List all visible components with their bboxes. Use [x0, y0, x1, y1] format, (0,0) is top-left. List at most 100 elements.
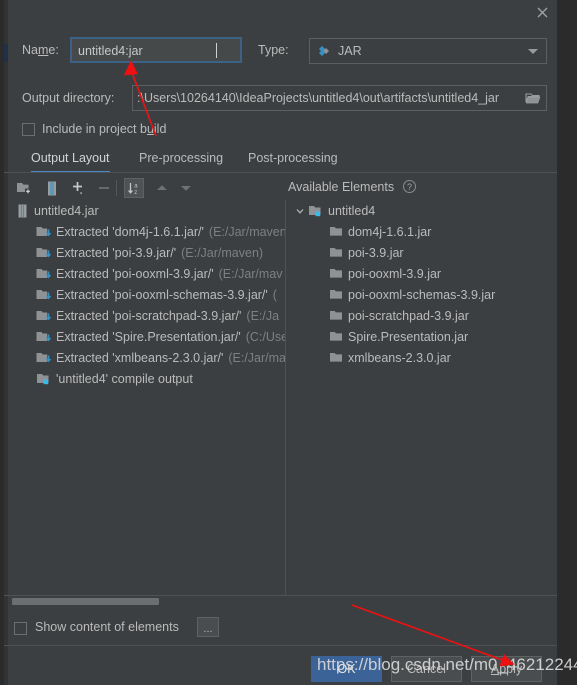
tree-row[interactable]: 'untitled4' compile output: [4, 368, 285, 389]
tree-row-label: xmlbeans-2.3.0.jar: [348, 350, 451, 365]
chevron-down-icon[interactable]: [294, 205, 306, 217]
add-plus-icon[interactable]: [68, 178, 88, 198]
help-icon[interactable]: ?: [403, 180, 416, 193]
tree-row-label: Extracted 'xmlbeans-2.3.0.jar/': [56, 350, 224, 365]
extracted-icon: [36, 350, 52, 366]
apply-button[interactable]: Apply: [471, 656, 542, 682]
tree-row-label: poi-ooxml-schemas-3.9.jar: [348, 287, 496, 302]
tree-row[interactable]: untitled4: [286, 200, 557, 221]
tree-row[interactable]: Extracted 'poi-ooxml-3.9.jar/' (E:/Jar/m…: [4, 263, 285, 284]
create-jar-artifact-dialog: Name: untitled4:jar Type: JAR Output dir…: [4, 0, 577, 685]
tree-row[interactable]: Extracted 'Spire.Presentation.jar/' (C:/…: [4, 326, 285, 347]
library-folder-icon: [328, 224, 344, 240]
layout-toolbar: a z: [4, 176, 557, 200]
output-directory-value: :\Users\10264140\IdeaProjects\untitled4\…: [137, 91, 500, 105]
tree-row-label: dom4j-1.6.1.jar: [348, 224, 432, 239]
sort-alphabetically-icon[interactable]: a z: [124, 178, 144, 198]
tree-row-path: (C:/Use: [245, 329, 285, 344]
tree-row-label: Extracted 'poi-3.9.jar/': [56, 245, 177, 260]
extracted-icon: [36, 224, 52, 240]
folder-open-icon[interactable]: [525, 91, 541, 106]
tree-row-path: (: [272, 287, 277, 302]
tree-row[interactable]: poi-ooxml-schemas-3.9.jar: [286, 284, 557, 305]
include-in-build-label: Include in project build: [42, 122, 167, 136]
output-layout-tree[interactable]: untitled4.jar Extracted 'dom4j-1.6.1.jar…: [4, 200, 285, 595]
tree-row-path: (E:/Jar/mav: [218, 266, 283, 281]
close-icon[interactable]: [532, 2, 552, 22]
tree-row[interactable]: Spire.Presentation.jar: [286, 326, 557, 347]
checkbox-box: [14, 622, 27, 635]
library-folder-icon: [328, 308, 344, 324]
tree-row-label: 'untitled4' compile output: [56, 371, 193, 386]
tree-row-path: (E:/Jar/maven: [208, 224, 285, 239]
available-elements-label: Available Elements: [288, 180, 395, 194]
tree-row-path: (E:/Ja: [246, 308, 280, 323]
tree-row-label: untitled4: [328, 203, 376, 218]
library-folder-icon: [328, 245, 344, 261]
library-folder-icon: [328, 350, 344, 366]
move-up-icon: [152, 178, 172, 198]
tree-row[interactable]: Extracted 'poi-scratchpad-3.9.jar/' (E:/…: [4, 305, 285, 326]
tab-post-processing[interactable]: Post-processing: [248, 151, 338, 171]
output-directory-label: Output directory:: [22, 91, 115, 105]
jar-artifact-icon: [317, 44, 331, 58]
tree-row-path: (E:/Jar/maven): [181, 245, 264, 260]
module-folder-icon: [308, 203, 324, 219]
tab-strip-divider: [4, 172, 557, 173]
show-content-label: Show content of elements: [35, 620, 179, 634]
tree-row-label: poi-scratchpad-3.9.jar: [348, 308, 469, 323]
svg-text:a: a: [134, 183, 138, 189]
type-label: Type:: [258, 43, 289, 57]
text-caret: [216, 43, 217, 58]
tree-row-label: poi-3.9.jar: [348, 245, 404, 260]
tree-row-path: (E:/Jar/ma: [228, 350, 285, 365]
tree-row[interactable]: xmlbeans-2.3.0.jar: [286, 347, 557, 368]
toolbar-divider: [116, 180, 117, 196]
archive-icon: [14, 203, 30, 219]
dialog-titlebar: [4, 0, 557, 26]
move-down-icon: [176, 178, 196, 198]
name-input[interactable]: untitled4:jar: [70, 37, 242, 63]
tree-row-label: untitled4.jar: [34, 203, 99, 218]
output-directory-input[interactable]: :\Users\10264140\IdeaProjects\untitled4\…: [132, 85, 547, 111]
tree-row[interactable]: poi-ooxml-3.9.jar: [286, 263, 557, 284]
more-options-button[interactable]: ...: [197, 617, 219, 637]
ok-button[interactable]: OK: [311, 656, 382, 682]
add-directory-icon[interactable]: [14, 178, 34, 198]
tree-row[interactable]: dom4j-1.6.1.jar: [286, 221, 557, 242]
checkbox-box: [22, 123, 35, 136]
tree-row[interactable]: Extracted 'poi-ooxml-schemas-3.9.jar/' (: [4, 284, 285, 305]
tree-row-label: Extracted 'Spire.Presentation.jar/': [56, 329, 241, 344]
remove-minus-icon: [94, 178, 114, 198]
tree-row-label: Extracted 'dom4j-1.6.1.jar/': [56, 224, 204, 239]
add-archive-icon[interactable]: [42, 178, 62, 198]
tree-row[interactable]: poi-3.9.jar: [286, 242, 557, 263]
type-value: JAR: [338, 44, 362, 58]
library-folder-icon: [328, 329, 344, 345]
tree-row-label: Spire.Presentation.jar: [348, 329, 469, 344]
extracted-icon: [36, 287, 52, 303]
panes-bottom-divider: [4, 595, 557, 596]
tab-output-layout[interactable]: Output Layout: [31, 151, 110, 173]
chevron-down-icon: [528, 49, 538, 54]
tree-row[interactable]: poi-scratchpad-3.9.jar: [286, 305, 557, 326]
extracted-icon: [36, 308, 52, 324]
tree-row[interactable]: untitled4.jar: [4, 200, 285, 221]
compile-output-icon: [36, 371, 52, 387]
extracted-icon: [36, 266, 52, 282]
extracted-icon: [36, 245, 52, 261]
horizontal-scrollbar[interactable]: [12, 598, 159, 605]
tree-row[interactable]: Extracted 'dom4j-1.6.1.jar/' (E:/Jar/mav…: [4, 221, 285, 242]
available-elements-tree[interactable]: untitled4 dom4j-1.6.1.jar poi-3.9.jar po…: [286, 200, 557, 595]
tab-pre-processing[interactable]: Pre-processing: [139, 151, 223, 171]
tree-row-label: Extracted 'poi-ooxml-3.9.jar/': [56, 266, 214, 281]
tree-row[interactable]: Extracted 'xmlbeans-2.3.0.jar/' (E:/Jar/…: [4, 347, 285, 368]
cancel-button[interactable]: Cancel: [391, 656, 462, 682]
tree-row[interactable]: Extracted 'poi-3.9.jar/' (E:/Jar/maven): [4, 242, 285, 263]
type-combobox[interactable]: JAR: [309, 38, 547, 64]
svg-text:z: z: [134, 190, 137, 196]
library-folder-icon: [328, 287, 344, 303]
tree-row-label: Extracted 'poi-ooxml-schemas-3.9.jar/': [56, 287, 268, 302]
footer-divider: [4, 645, 557, 646]
tree-row-label: Extracted 'poi-scratchpad-3.9.jar/': [56, 308, 242, 323]
